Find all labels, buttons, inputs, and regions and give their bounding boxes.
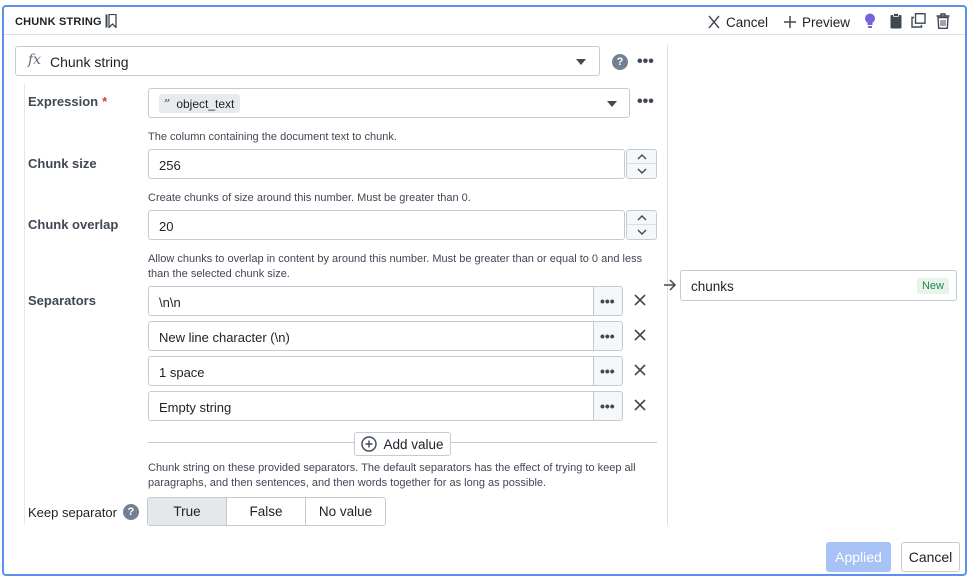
more-options-icon[interactable]: •••	[637, 54, 654, 70]
arrow-right-icon	[663, 279, 677, 294]
chevron-down-icon	[607, 101, 617, 107]
separator-row: New line character (\n) •••	[148, 321, 623, 351]
card-title: CHUNK STRING	[15, 16, 102, 28]
chunk-size-stepper[interactable]	[626, 149, 657, 179]
output-column-input[interactable]: chunks New	[680, 270, 957, 301]
applied-button[interactable]: Applied	[826, 542, 891, 572]
keep-separator-no-value[interactable]: No value	[306, 498, 385, 525]
close-icon[interactable]	[634, 399, 648, 413]
cancel-header-label: Cancel	[726, 14, 769, 30]
chunk-overlap-input[interactable]: 20	[148, 210, 625, 240]
decrement-icon[interactable]	[627, 164, 656, 178]
preview-button[interactable]: Preview	[784, 13, 850, 31]
chunk-size-input[interactable]: 256	[148, 149, 625, 179]
expression-helper: The column containing the document text …	[148, 131, 397, 143]
more-options-icon: •••	[600, 398, 615, 414]
expression-more-icon[interactable]: •••	[637, 94, 654, 110]
separator-more-button[interactable]: •••	[593, 286, 623, 316]
duplicate-icon[interactable]	[911, 12, 926, 31]
separators-label: Separators	[28, 293, 96, 308]
add-value-button[interactable]: Add value	[354, 432, 451, 456]
separator-input[interactable]: Empty string	[148, 391, 594, 421]
chunk-overlap-helper: Allow chunks to overlap in content by ar…	[148, 253, 643, 280]
plus-icon	[784, 16, 796, 28]
column-tag-label: object_text	[176, 96, 235, 111]
decrement-icon[interactable]	[627, 225, 656, 239]
string-type-icon: ”	[164, 97, 171, 110]
help-icon[interactable]: ?	[122, 504, 139, 520]
keep-separator-true[interactable]: True	[148, 498, 227, 525]
separator-row: 1 space •••	[148, 356, 623, 386]
preview-label: Preview	[802, 14, 851, 30]
form-rail	[24, 84, 25, 525]
chevron-down-icon	[576, 59, 586, 65]
separator-more-button[interactable]: •••	[593, 391, 623, 421]
clipboard-icon[interactable]	[890, 13, 902, 32]
add-value-label: Add value	[383, 436, 444, 452]
keep-separator-toggle: True False No value	[147, 497, 386, 526]
separator-row: \n\n •••	[148, 286, 623, 316]
required-marker: *	[102, 94, 108, 109]
function-select[interactable]: fx Chunk string	[15, 46, 600, 76]
chunk-size-helper: Create chunks of size around this number…	[148, 192, 471, 204]
more-options-icon: •••	[600, 293, 615, 309]
separator-row: Empty string •••	[148, 391, 623, 421]
keep-separator-label: Keep separator ?	[28, 504, 139, 520]
column-tag: ” object_text	[159, 94, 241, 113]
separator-input[interactable]: \n\n	[148, 286, 594, 316]
keep-separator-false[interactable]: False	[227, 498, 306, 525]
chunk-overlap-stepper[interactable]	[626, 210, 657, 240]
card-header: CHUNK STRING Cancel Preview	[4, 7, 965, 35]
new-badge: New	[916, 278, 949, 294]
transform-card: CHUNK STRING Cancel Preview fx Chunk str	[2, 5, 967, 576]
chunk-size-label: Chunk size	[28, 156, 97, 171]
function-select-value: Chunk string	[50, 54, 129, 70]
function-icon: fx	[28, 52, 42, 68]
increment-icon[interactable]	[627, 150, 656, 164]
help-icon[interactable]: ?	[612, 54, 628, 70]
expression-label: Expression *	[28, 94, 108, 109]
trash-icon[interactable]	[936, 13, 950, 32]
separator-input[interactable]: 1 space	[148, 356, 594, 386]
more-options-icon: •••	[600, 363, 615, 379]
expression-select[interactable]: ” object_text	[148, 88, 630, 118]
separator-more-button[interactable]: •••	[593, 356, 623, 386]
close-icon[interactable]	[634, 294, 648, 308]
chunk-overlap-label: Chunk overlap	[28, 217, 119, 232]
close-icon[interactable]	[634, 329, 648, 343]
more-options-icon: •••	[600, 328, 615, 344]
cancel-x-icon	[708, 15, 720, 29]
separator-input[interactable]: New line character (\n)	[148, 321, 594, 351]
separators-helper: Chunk string on these provided separator…	[148, 462, 636, 489]
increment-icon[interactable]	[627, 211, 656, 225]
close-icon[interactable]	[634, 364, 648, 378]
cancel-button[interactable]: Cancel	[901, 542, 960, 572]
lightbulb-icon[interactable]	[864, 13, 876, 32]
config-panel: fx Chunk string ? ••• Expression * ” obje…	[4, 36, 667, 526]
output-column-value: chunks	[691, 279, 734, 294]
add-circle-icon	[361, 436, 378, 452]
separator-more-button[interactable]: •••	[593, 321, 623, 351]
cancel-header-button[interactable]: Cancel	[708, 13, 768, 31]
bookmark-icon[interactable]	[105, 13, 117, 31]
